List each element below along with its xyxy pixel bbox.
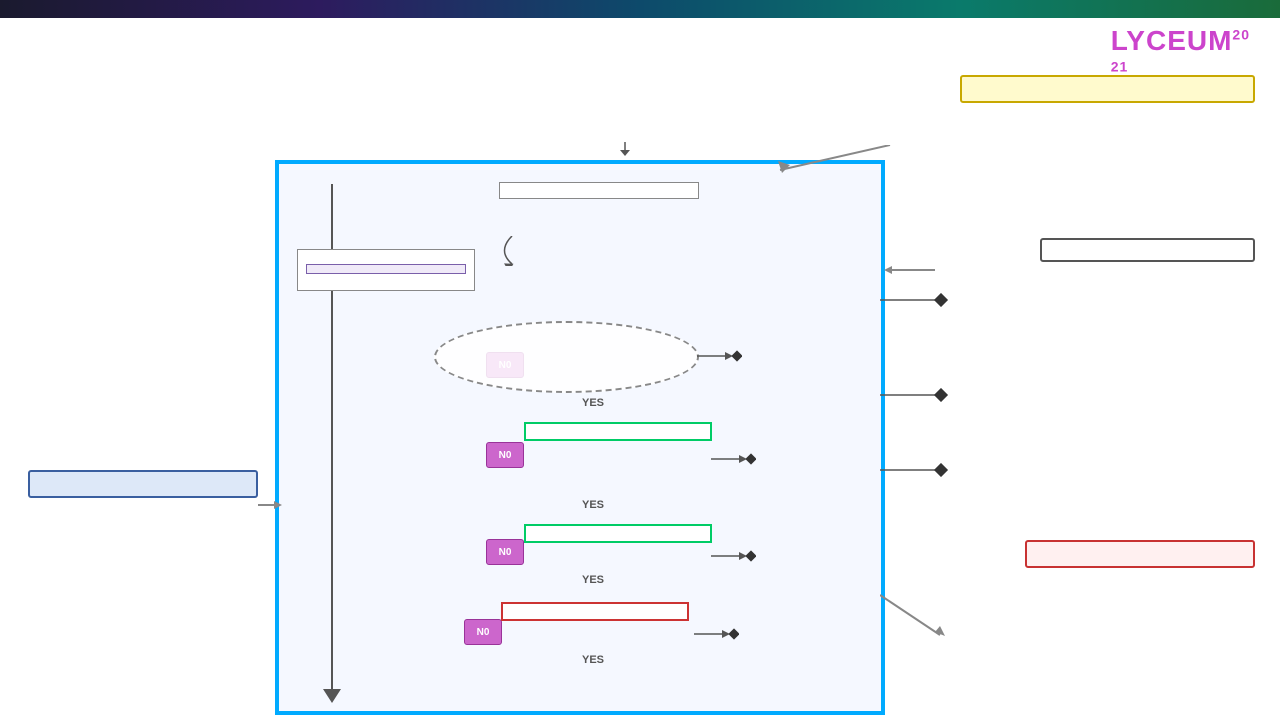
top-bar: [0, 0, 1280, 18]
arrow-box1-workflow: [700, 145, 900, 175]
arrow-qc-right: [697, 349, 742, 363]
qc-ellipse: [434, 321, 699, 393]
arrow-construction-right: [711, 549, 756, 563]
investigation-box: [499, 182, 699, 199]
arrow-design-right: [711, 452, 756, 466]
arrow-bottom: [323, 689, 341, 703]
quantity-label: [519, 464, 535, 604]
left-sidebar-text: [0, 50, 22, 700]
design-box: [524, 422, 712, 441]
logo-text: LYCEUM: [1111, 25, 1233, 56]
arrow-operation-right: [694, 627, 739, 641]
box4-aim: [1025, 540, 1255, 568]
arrow-box5-workflow: [880, 263, 940, 277]
yes-label-4: YES: [582, 654, 604, 666]
n0-box-operation: N0: [464, 619, 502, 645]
arrow-decision-right-4: [880, 463, 960, 477]
arrow-box3-workflow: [258, 498, 283, 512]
box3-pim: [28, 470, 258, 498]
egm-box: [297, 249, 475, 291]
box5-trigger-events: [1040, 238, 1255, 262]
yes-label-1: YES: [582, 397, 604, 409]
arrow-decision-right-3: [880, 388, 960, 402]
yes-label-3: YES: [582, 574, 604, 586]
arrow-decision-right-2: [880, 293, 960, 307]
arrow-workflow-box4: [880, 590, 1010, 640]
box1-define-info: [960, 75, 1255, 103]
operation-box: [501, 602, 689, 621]
observational-box: [306, 280, 466, 284]
yes-label-2: YES: [582, 499, 604, 511]
iterative-model-box: [306, 264, 466, 274]
construction-box: [524, 524, 712, 543]
workflow-diagram: N0 YES N0 YES N0 YES N0 YES: [275, 160, 885, 715]
arrow-inv-egm: [497, 236, 527, 266]
